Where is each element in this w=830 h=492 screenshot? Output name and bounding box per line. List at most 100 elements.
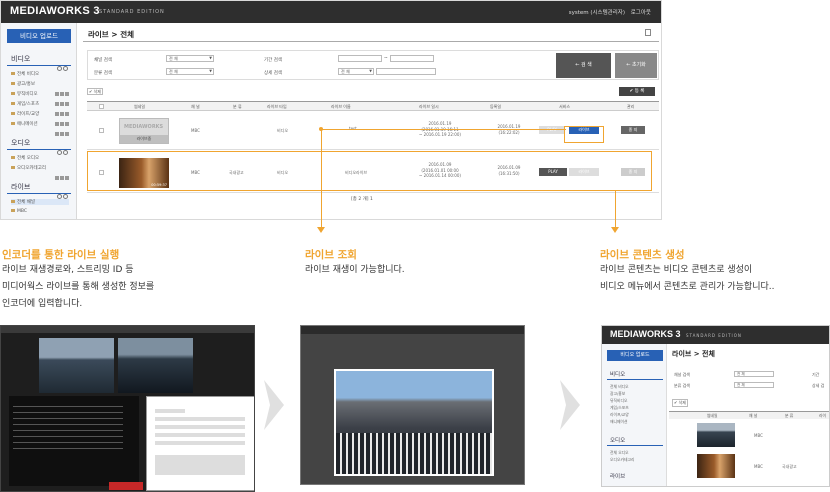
detail-input[interactable] xyxy=(376,68,436,75)
sidebar-item-all-audio[interactable]: 전체 오디오 xyxy=(11,155,39,161)
content-list-screenshot: MEDIAWORKS 3 STANDARD EDITION 비디오 업로드 비디… xyxy=(601,325,830,487)
section-live-controls[interactable] xyxy=(56,184,70,199)
section-live-title: 라이브 xyxy=(11,183,31,191)
sidebar-item-ad[interactable]: 광고/홍보 xyxy=(11,81,35,87)
row-checkbox[interactable] xyxy=(99,128,104,133)
type-cell: 비디오 xyxy=(277,128,289,133)
select-all-checkbox[interactable] xyxy=(99,104,104,109)
folder-icon xyxy=(11,166,15,169)
folder-icon xyxy=(11,82,15,85)
table-header: 썸네일 채 널 분 류 라이브 타입 라이브 이름 라이브 일시 등록일 서비스… xyxy=(87,101,659,111)
connector-line xyxy=(321,129,322,228)
sidebar-item-all-channel[interactable]: 전체 채널 xyxy=(11,199,69,205)
sidebar-item-anime[interactable]: 애니메이션 xyxy=(11,121,38,127)
section-video-title: 비디오 xyxy=(11,55,31,63)
mini-category-select: 전 체 xyxy=(734,382,774,388)
item-action-icons[interactable] xyxy=(54,81,70,96)
column-header: 등록일 xyxy=(490,104,502,109)
sidebar: 비디오 업로드 비디오 전체 비디오 광고/홍보 뮤직비디오 게임/스포츠 라이… xyxy=(1,23,77,219)
arrow-down-icon xyxy=(611,227,619,233)
sidebar-item-mbc[interactable]: MBC xyxy=(11,209,27,214)
encoder-preview-right xyxy=(118,338,193,393)
column-header: 라이브 일시 xyxy=(419,104,439,109)
mini-column-header: 썸네일 xyxy=(707,413,718,418)
divider xyxy=(7,193,71,194)
folder-icon xyxy=(11,102,15,105)
remove-icon[interactable] xyxy=(63,66,68,71)
mini-item: 게임/스포츠 xyxy=(610,405,629,410)
mini-section-video: 비디오 xyxy=(610,372,626,378)
mini-column-header: 라이 xyxy=(819,413,826,418)
section-audio-title: 오디오 xyxy=(11,139,31,147)
column-header: 서비스 xyxy=(559,104,571,109)
search-button[interactable]: ← 검 색 xyxy=(556,53,611,78)
mini-period-label: 기간 xyxy=(812,372,820,377)
mini-item: 애니메이션 xyxy=(610,419,628,424)
item-action-icons[interactable] xyxy=(54,111,70,126)
reset-button[interactable]: ← 초기화 xyxy=(615,53,657,78)
caption-title-encoder: 인코더를 통한 라이브 실행 xyxy=(2,249,120,261)
mini-item: 라이프/교양 xyxy=(610,412,629,417)
play-button[interactable]: PLAY xyxy=(539,126,565,134)
encoder-stop-button xyxy=(109,482,143,490)
thumbnail[interactable]: MEDIAWORKS 라이브중 xyxy=(119,118,169,144)
sidebar-item-all-video[interactable]: 전체 비디오 xyxy=(11,71,39,77)
mini-section-audio: 오디오 xyxy=(610,438,626,444)
app-logo: MEDIAWORKS 3 xyxy=(10,5,100,17)
pagination[interactable]: [총 2 개] 1 xyxy=(351,196,373,202)
mini-table-header: 썸네일 채 널 분 류 라이 xyxy=(669,411,829,419)
sidebar-item-game[interactable]: 게임/스포츠 xyxy=(11,101,39,107)
caption-text-encoder: 라이브 재생경로와, 스트리밍 ID 등 미디어웍스 라이브를 통해 생성한 정… xyxy=(2,265,155,309)
folder-icon xyxy=(11,72,15,75)
top-bar: MEDIAWORKS 3 STANDARD EDITION system (시스… xyxy=(1,1,661,23)
caption-title-view: 라이브 조회 xyxy=(305,249,357,261)
column-header: 라이브 타입 xyxy=(267,104,287,109)
detail-select[interactable]: 전 체 xyxy=(338,68,374,75)
category-select[interactable]: 전 체 xyxy=(166,68,214,75)
mini-delete-button: ✔ 삭제 xyxy=(672,399,688,407)
item-action-icons[interactable] xyxy=(54,165,70,180)
mini-channel-label: 채널 검색 xyxy=(674,372,690,377)
divider xyxy=(607,379,663,380)
stop-button[interactable]: 종 지 xyxy=(621,126,645,134)
section-audio-controls[interactable] xyxy=(56,140,70,155)
period-end-input[interactable] xyxy=(390,55,434,62)
item-action-icons[interactable] xyxy=(54,121,70,136)
folder-icon xyxy=(11,200,15,203)
item-action-icons[interactable] xyxy=(54,101,70,116)
section-video-controls[interactable] xyxy=(56,56,70,71)
viewer-titlebar xyxy=(301,326,524,334)
period-start-input[interactable] xyxy=(338,55,382,62)
add-icon[interactable] xyxy=(57,66,62,71)
mini-item: 뮤직비디오 xyxy=(610,398,628,403)
divider xyxy=(7,149,71,150)
sidebar-item-music[interactable]: 뮤직비디오 xyxy=(11,91,38,97)
user-info: system (시스템관리자) 로그아웃 xyxy=(569,8,651,16)
mini-logo: MEDIAWORKS 3 xyxy=(610,329,681,339)
mini-detail-label: 상세 검 xyxy=(812,383,825,388)
thumbnail-caption: 라이브중 xyxy=(120,135,168,143)
sidebar-item-audio-category[interactable]: 오디오카테고리 xyxy=(11,165,46,171)
item-action-icons[interactable] xyxy=(54,91,70,106)
column-header: 채 널 xyxy=(191,104,200,109)
divider xyxy=(7,65,71,66)
caption-text-view: 라이브 재생이 가능합니다. xyxy=(305,265,405,275)
add-icon[interactable] xyxy=(57,150,62,155)
remove-icon[interactable] xyxy=(63,150,68,155)
channel-select[interactable]: 전 체 xyxy=(166,55,214,62)
logout-link[interactable]: 로그아웃 xyxy=(631,10,651,16)
mini-upload-button: 비디오 업로드 xyxy=(607,350,663,361)
connector-line xyxy=(615,191,616,228)
sidebar-item-life[interactable]: 라이프/교양 xyxy=(11,111,39,117)
encoder-settings-dialog xyxy=(146,396,254,491)
mini-column-header: 채 널 xyxy=(749,413,758,418)
mini-channel-cell: MBC xyxy=(754,464,763,469)
register-button[interactable]: ✔ 등 록 xyxy=(619,87,655,96)
period-separator: ~ xyxy=(384,56,388,61)
arrow-down-icon xyxy=(317,227,325,233)
delete-button[interactable]: ✔ 삭제 xyxy=(87,88,103,95)
highlight-live-button xyxy=(564,126,604,143)
video-upload-button[interactable]: 비디오 업로드 xyxy=(7,29,71,43)
document-icon[interactable] xyxy=(645,29,651,36)
encoder-screenshot xyxy=(0,325,255,492)
